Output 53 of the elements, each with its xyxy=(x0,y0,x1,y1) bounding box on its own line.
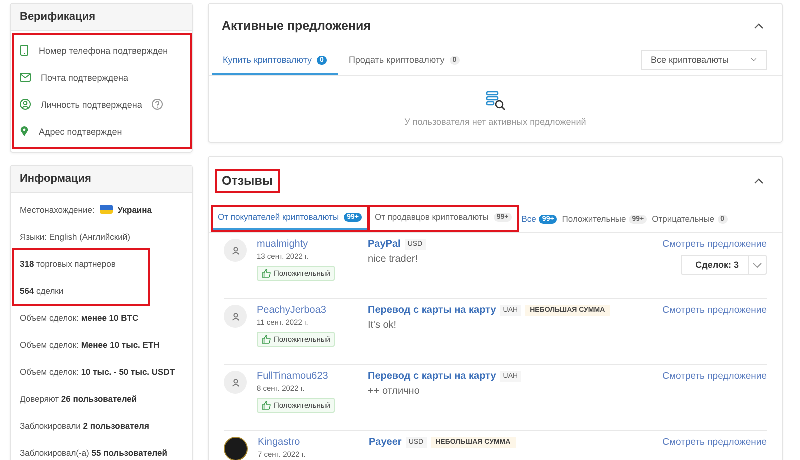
card-title: Верификация xyxy=(20,11,96,23)
info-text: Объем сделок: менее 10 BTC xyxy=(20,312,139,322)
card-title: Активные предложения xyxy=(222,19,371,33)
view-offer-link[interactable]: Смотреть предложение xyxy=(662,305,767,316)
thumbs-up-icon xyxy=(262,269,271,278)
username-link[interactable]: Kingastro xyxy=(258,437,300,448)
location-pin-icon xyxy=(20,126,29,137)
mail-icon xyxy=(20,73,31,82)
user-icon xyxy=(232,378,240,386)
chevron-down-icon xyxy=(750,57,757,63)
review-comment: ++ отлично xyxy=(368,386,421,397)
info-text: Доверяют 26 пользователей xyxy=(20,394,138,404)
verification-label: Личность подтверждена xyxy=(41,100,142,110)
info-text: Заблокировал(-а) 55 пользователей xyxy=(20,448,168,458)
info-text: Объем сделок: 10 тыс. - 50 тыс. USDT xyxy=(20,366,176,376)
verification-label: Адрес подтвержден xyxy=(39,126,122,136)
help-icon[interactable] xyxy=(152,99,164,110)
info-text: Объем сделок: Менее 10 тыс. ETH xyxy=(20,340,160,350)
username-link[interactable]: PeachyJerboa3 xyxy=(257,305,326,316)
payment-method-link[interactable]: Payeer xyxy=(369,437,402,448)
chevron-down-icon xyxy=(753,262,762,268)
username-link[interactable]: mualmighty xyxy=(257,239,308,250)
currency-dropdown[interactable]: Все криптовалюты xyxy=(641,50,767,70)
phone-icon xyxy=(20,45,29,56)
view-offer-link[interactable]: Смотреть предложение xyxy=(662,437,767,448)
review-comment: It's ok! xyxy=(368,320,398,331)
user-icon xyxy=(232,246,240,254)
empty-message: У пользователя нет активных предложений xyxy=(404,117,586,127)
view-offer-link[interactable]: Смотреть предложение xyxy=(662,239,767,250)
card-title: Отзывы xyxy=(222,174,274,188)
view-offer-link[interactable]: Смотреть предложение xyxy=(662,371,767,382)
flag-icon xyxy=(100,205,113,214)
chevron-icon[interactable] xyxy=(754,178,764,184)
thumbs-up-icon xyxy=(262,335,271,344)
thumbs-up-icon xyxy=(262,401,271,410)
card-title: Информация xyxy=(20,173,92,185)
info-value: Украина xyxy=(118,204,152,214)
list-search-icon xyxy=(486,91,506,111)
username-link[interactable]: FullTinamou623 xyxy=(257,371,328,382)
verification-label: Почта подтверждена xyxy=(41,72,128,82)
chevron-icon[interactable] xyxy=(754,23,764,29)
info-label: Местонахождение: xyxy=(20,204,95,214)
info-text: 564 сделки xyxy=(20,286,64,296)
review-comment: nice trader! xyxy=(368,254,420,265)
info-text: 318 торговых партнеров xyxy=(20,258,116,268)
payment-method-link[interactable]: PayPal xyxy=(368,239,401,250)
person-icon xyxy=(20,99,31,110)
info-text: Заблокировали 2 пользователя xyxy=(20,420,150,430)
payment-method-link[interactable]: Перевод с карты на карту xyxy=(368,305,496,316)
user-icon xyxy=(232,312,240,320)
verification-label: Номер телефона подтвержден xyxy=(39,46,168,56)
payment-method-link[interactable]: Перевод с карты на карту xyxy=(368,371,496,382)
info-text: Языки: English (Английский) xyxy=(20,232,130,242)
